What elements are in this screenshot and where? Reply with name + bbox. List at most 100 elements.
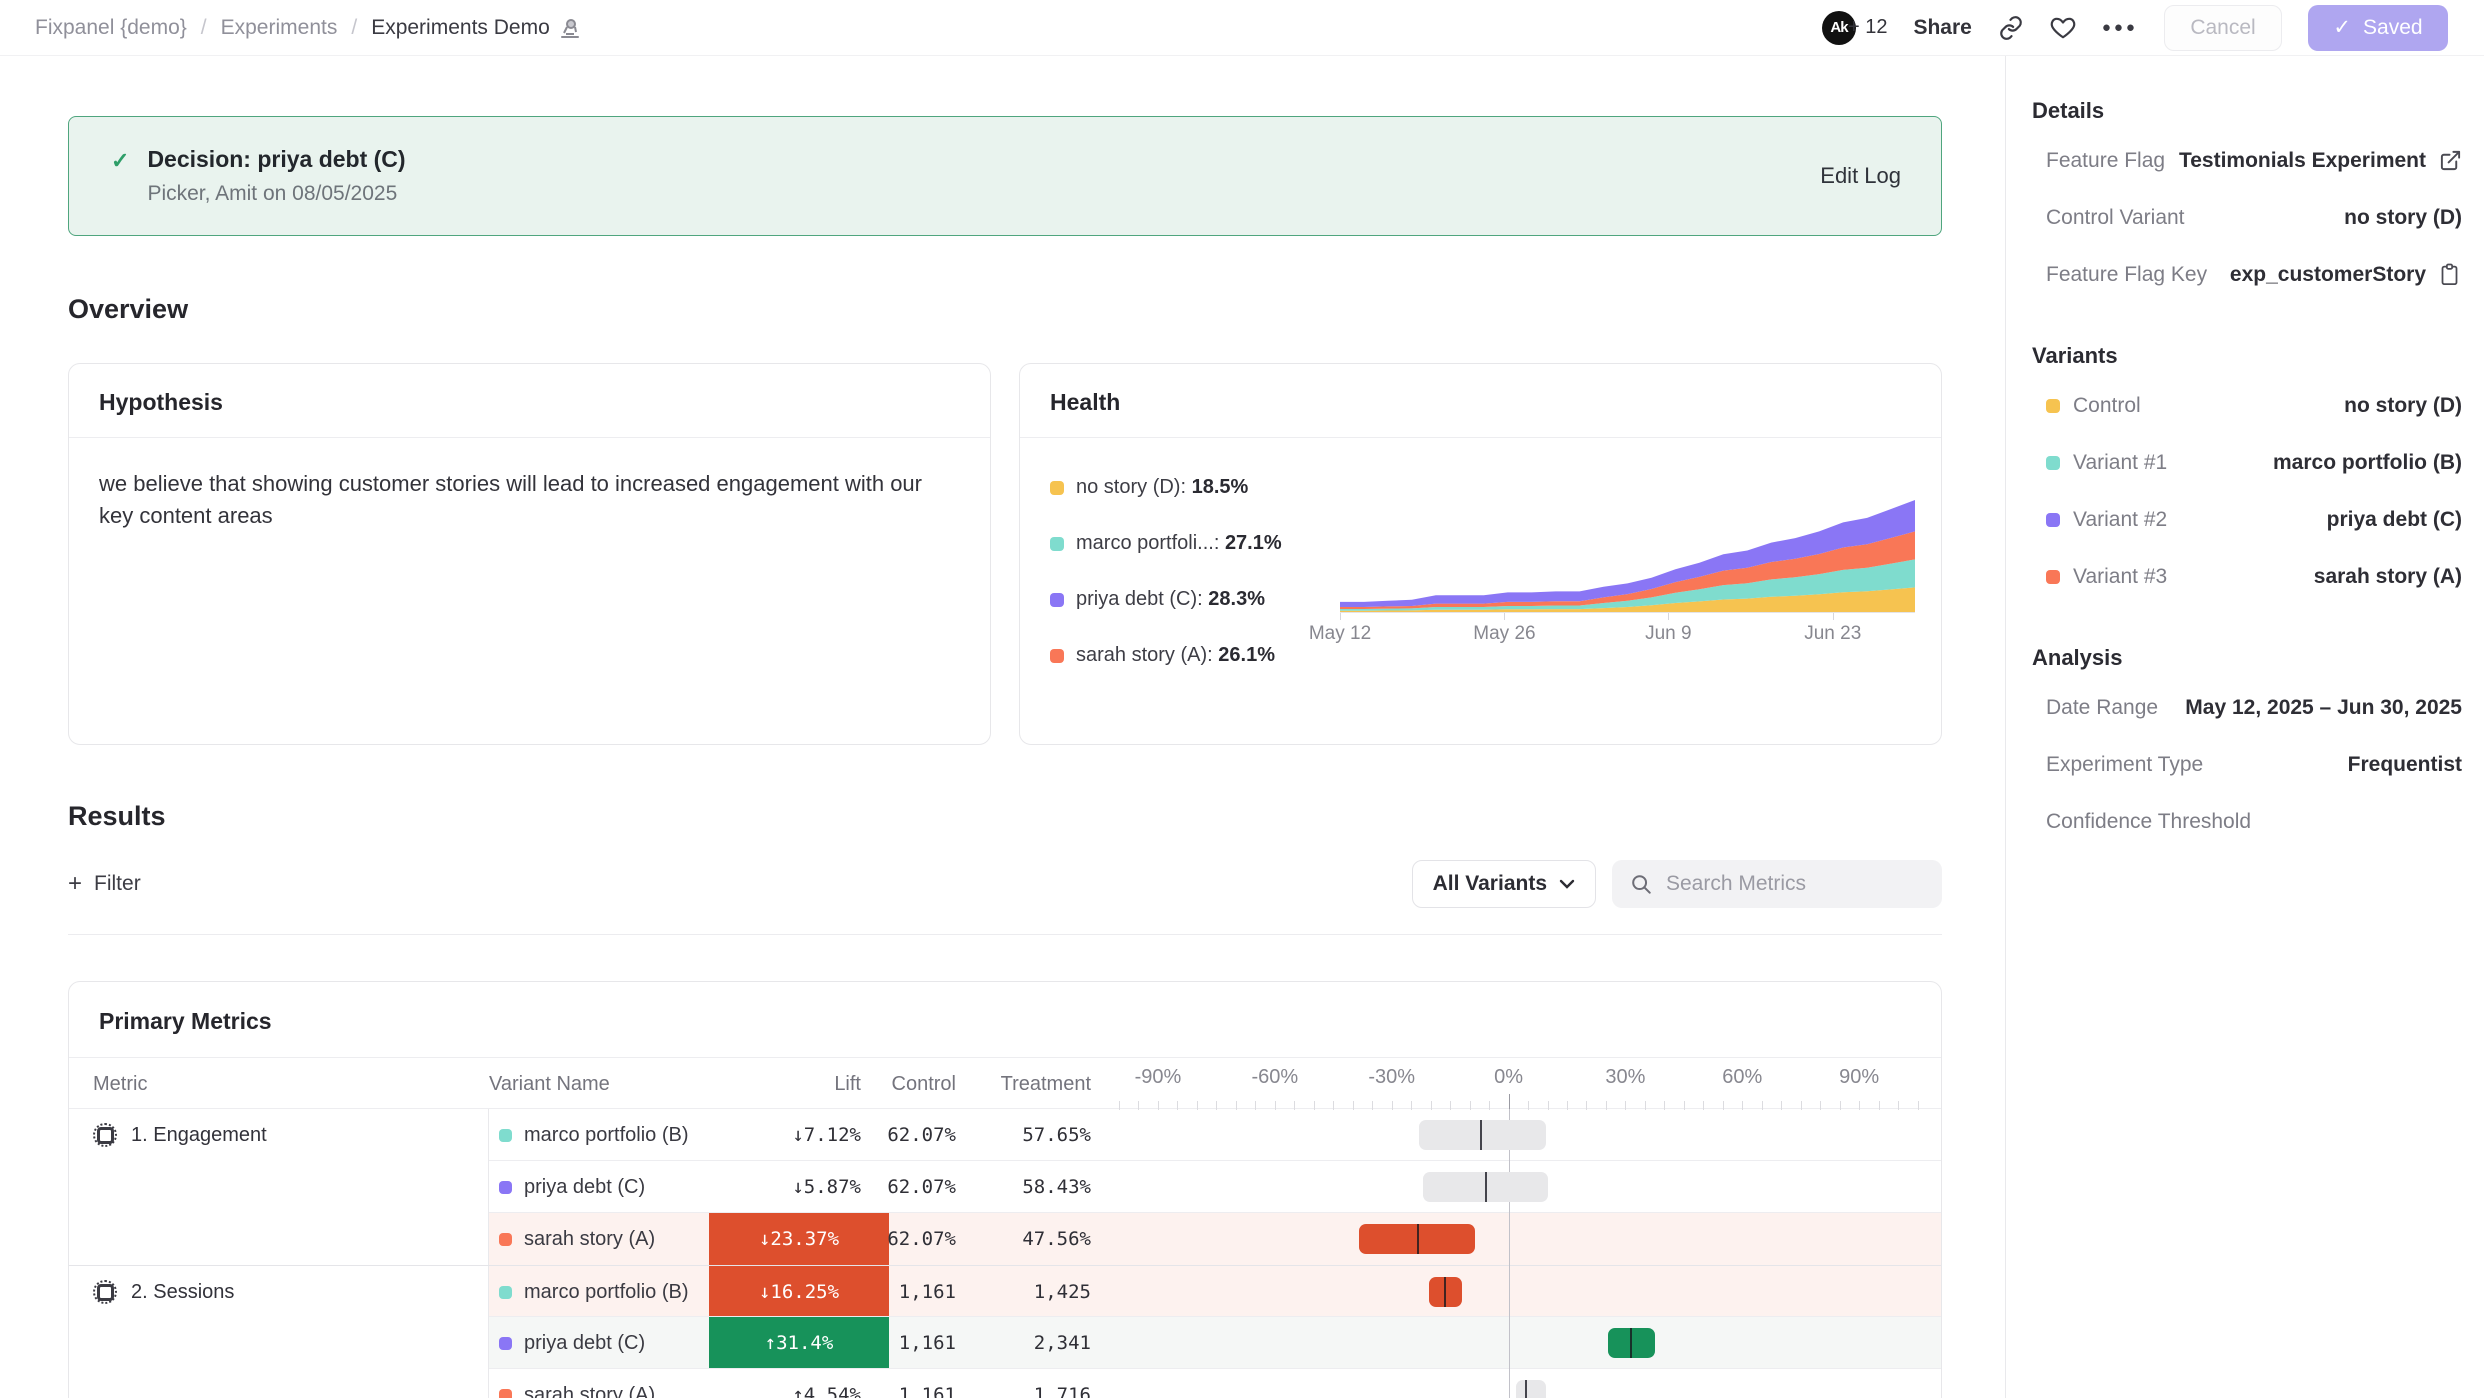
main-content: ✓ Decision: priya debt (C) Picker, Amit … — [0, 56, 2005, 1398]
breadcrumb: Fixpanel {demo} / Experiments / Experime… — [35, 16, 581, 40]
table-row[interactable]: priya debt (C)↓5.87%62.07%58.43% — [69, 1161, 1941, 1213]
x-axis-label: May 12 — [1309, 623, 1371, 645]
variant-cell: marco portfolio (B) — [489, 1109, 709, 1161]
metric-name: 2. Sessions — [131, 1281, 234, 1304]
variant-color-chip — [2046, 456, 2060, 470]
sidebar-section-variants: VariantsControl no story (D)Variant #1 m… — [2032, 343, 2462, 605]
variant-cell: sarah story (A) — [489, 1369, 709, 1398]
topbar-actions: Ak + 12 Share ●●● Cancel ✓ Saved — [1822, 5, 2448, 51]
microscope-icon — [559, 16, 581, 40]
x-axis-label: Jun 9 — [1645, 623, 1691, 645]
col-header-control: Control — [889, 1073, 984, 1096]
variant-name: marco portfolio (B) — [524, 1281, 689, 1304]
variant-cell: priya debt (C) — [489, 1161, 709, 1213]
copy-to-clipboard-icon[interactable] — [2439, 263, 2462, 286]
confidence-interval-bar[interactable] — [1516, 1380, 1545, 1398]
hypothesis-text: we believe that showing customer stories… — [99, 468, 960, 532]
table-row[interactable]: sarah story (A)↑4.54%1,1611,716 — [69, 1369, 1941, 1398]
add-filter-button[interactable]: + Filter — [68, 872, 141, 896]
control-value: 62.07% — [889, 1213, 984, 1265]
edit-log-button[interactable]: Edit Log — [1820, 163, 1901, 189]
metric-icon — [93, 1123, 117, 1147]
table-row[interactable]: 2. Sessions marco portfolio (B)↓16.25%1,… — [69, 1265, 1941, 1317]
col-header-variant: Variant Name — [489, 1073, 709, 1096]
x-axis-tick — [1668, 613, 1669, 620]
control-value: 62.07% — [889, 1109, 984, 1161]
legend-label: priya debt (C): 28.3% — [1076, 588, 1265, 611]
search-metrics-input[interactable] — [1666, 872, 1924, 896]
confidence-interval-cell — [1119, 1317, 1941, 1369]
cancel-button[interactable]: Cancel — [2164, 5, 2282, 51]
x-axis-tick — [1504, 613, 1505, 620]
sidebar-row-label: Variant #2 — [2073, 508, 2167, 532]
variant-cell: sarah story (A) — [489, 1213, 709, 1265]
variants-dropdown[interactable]: All Variants — [1412, 860, 1596, 908]
decision-banner: ✓ Decision: priya debt (C) Picker, Amit … — [68, 116, 1942, 236]
table-row[interactable]: 1. Engagement marco portfolio (B)↓7.12%6… — [69, 1109, 1941, 1161]
breadcrumb-separator: / — [351, 16, 357, 40]
metric-cell — [69, 1161, 489, 1213]
confidence-interval-bar[interactable] — [1419, 1120, 1546, 1150]
decision-check-icon: ✓ — [111, 148, 129, 206]
col-header-treatment: Treatment — [984, 1073, 1119, 1096]
avatar-overflow-count[interactable]: + 12 — [1848, 16, 1887, 39]
share-button[interactable]: Share — [1913, 16, 1971, 40]
breadcrumb-experiments[interactable]: Experiments — [221, 16, 338, 40]
ci-axis-label: -90% — [1135, 1066, 1182, 1089]
confidence-interval-cell — [1119, 1161, 1941, 1213]
external-link-icon[interactable] — [2439, 149, 2462, 172]
sidebar-row-label: Date Range — [2046, 696, 2158, 720]
sidebar-row: Experiment Type Frequentist — [2032, 736, 2462, 793]
variant-color-chip — [499, 1129, 512, 1142]
table-row[interactable]: priya debt (C)↑31.4%1,1612,341 — [69, 1317, 1941, 1369]
control-value: 1,161 — [889, 1317, 984, 1369]
ci-axis-label: -30% — [1368, 1066, 1415, 1089]
copy-link-icon[interactable] — [1998, 15, 2024, 41]
health-chart: May 12May 26Jun 9Jun 23 — [1340, 462, 1915, 667]
sidebar-row: Feature Flag Key exp_customerStory — [2032, 246, 2462, 303]
hypothesis-card: Hypothesis we believe that showing custo… — [68, 363, 991, 745]
sidebar-row-value: no story (D) — [2344, 394, 2462, 418]
sidebar-section-title: Variants — [2032, 343, 2462, 369]
top-bar: Fixpanel {demo} / Experiments / Experime… — [0, 0, 2484, 56]
sidebar-row: Control no story (D) — [2032, 377, 2462, 434]
legend-color-chip — [1050, 537, 1064, 551]
more-options-icon[interactable]: ●●● — [2102, 19, 2138, 36]
saved-button[interactable]: ✓ Saved — [2308, 5, 2448, 51]
variant-color-chip — [2046, 513, 2060, 527]
sidebar-row-label: Feature Flag — [2046, 149, 2165, 173]
health-legend-item[interactable]: no story (D): 18.5% — [1050, 476, 1340, 499]
metric-cell[interactable]: 2. Sessions — [69, 1266, 489, 1318]
variant-color-chip — [499, 1286, 512, 1299]
sidebar-row: Confidence Threshold — [2032, 793, 2462, 850]
ci-ruler-tick — [1509, 1094, 1510, 1110]
table-header-row: Metric Variant Name Lift Control Treatme… — [69, 1057, 1941, 1109]
sidebar-row-value: exp_customerStory — [2230, 263, 2426, 287]
control-value: 1,161 — [889, 1369, 984, 1398]
search-icon — [1630, 873, 1652, 895]
ci-axis-label: -60% — [1251, 1066, 1298, 1089]
primary-metrics-card: Primary Metrics Metric Variant Name Lift… — [68, 981, 1942, 1398]
ci-axis-label: 90% — [1839, 1066, 1879, 1089]
table-row[interactable]: sarah story (A)↓23.37%62.07%47.56% — [69, 1213, 1941, 1265]
sidebar-row-label: Control — [2073, 394, 2141, 418]
favorite-heart-icon[interactable] — [2050, 15, 2076, 41]
chevron-down-icon — [1559, 879, 1575, 889]
variant-name: sarah story (A) — [524, 1228, 655, 1251]
metric-icon — [93, 1280, 117, 1304]
health-legend-item[interactable]: priya debt (C): 28.3% — [1050, 588, 1340, 611]
health-legend-item[interactable]: sarah story (A): 26.1% — [1050, 644, 1340, 667]
health-legend-item[interactable]: marco portfoli...: 27.1% — [1050, 532, 1340, 555]
breadcrumb-project[interactable]: Fixpanel {demo} — [35, 16, 187, 40]
ci-axis-label: 0% — [1494, 1066, 1523, 1089]
variant-color-chip — [2046, 399, 2060, 413]
sidebar-row-label: Variant #1 — [2073, 451, 2167, 475]
legend-color-chip — [1050, 481, 1064, 495]
metric-cell[interactable]: 1. Engagement — [69, 1109, 489, 1161]
results-divider — [68, 934, 1942, 935]
treatment-value: 1,716 — [984, 1369, 1119, 1398]
health-legend: no story (D): 18.5% marco portfoli...: 2… — [1050, 462, 1340, 667]
sidebar-row-value: May 12, 2025 – Jun 30, 2025 — [2185, 696, 2462, 720]
sidebar-row: Control Variant no story (D) — [2032, 189, 2462, 246]
variant-name: marco portfolio (B) — [524, 1124, 689, 1147]
